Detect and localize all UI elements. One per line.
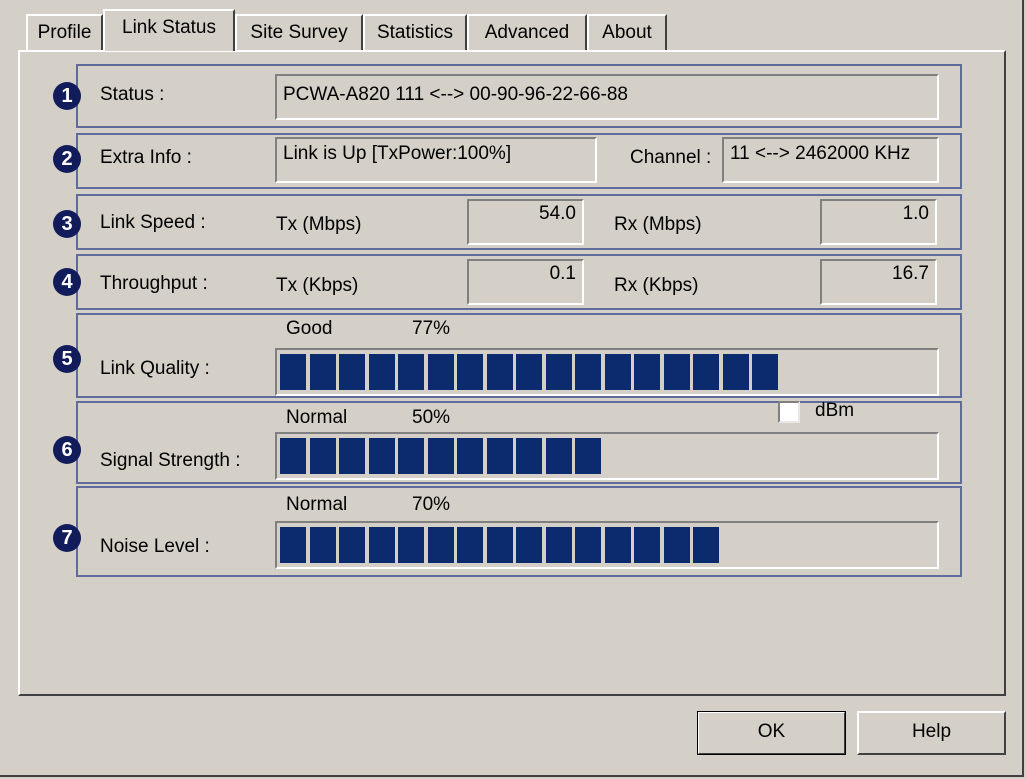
link-speed-label: Link Speed : [100, 212, 206, 233]
level-bar-segment [457, 438, 483, 474]
status-label: Status : [100, 84, 165, 105]
number-2-badge: 2 [53, 145, 81, 173]
throughput-rx-field: 16.7 [820, 259, 937, 305]
link-quality-status: Good [286, 318, 333, 339]
level-bar-segment [427, 438, 454, 474]
level-bar-segment [368, 354, 395, 390]
noise-level-label: Noise Level : [100, 536, 210, 557]
noise-level-status: Normal [286, 494, 348, 515]
help-button[interactable]: Help [857, 711, 1006, 755]
level-bar-segment [693, 354, 719, 390]
link-status-content: 1 Status : PCWA-A820 111 <--> 00-90-96-2… [0, 0, 1026, 779]
level-bar-segment [457, 354, 483, 390]
level-bar-segment [309, 527, 336, 563]
level-bar-segment [575, 354, 601, 390]
signal-strength-percent: 50% [412, 407, 451, 428]
extra-info-field: Link is Up [TxPower:100%] [275, 137, 597, 183]
level-bar-segment [427, 527, 454, 563]
extra-info-label: Extra Info : [100, 147, 192, 168]
level-bar-segment [309, 438, 336, 474]
throughput-tx-field: 0.1 [467, 259, 584, 305]
level-bar-segment [663, 527, 690, 563]
signal-strength-label: Signal Strength : [100, 450, 241, 471]
throughput-tx-label: Tx (Kbps) [276, 275, 359, 296]
link-quality-percent: 77% [412, 318, 451, 339]
level-bar-segment [634, 354, 660, 390]
level-bar-segment [575, 438, 601, 474]
level-bar-segment [634, 527, 660, 563]
dbm-checkbox[interactable] [778, 401, 800, 423]
level-bar-segment [427, 354, 454, 390]
level-bar-segment [398, 354, 424, 390]
level-bar-segment [604, 354, 631, 390]
level-bar-segment [398, 527, 424, 563]
level-bar-segment [368, 438, 395, 474]
level-bar-segment [604, 527, 631, 563]
ok-button[interactable]: OK [697, 711, 846, 755]
dbm-label: dBm [815, 400, 855, 421]
level-bar-segment [486, 354, 513, 390]
level-bar-segment [280, 354, 306, 390]
level-bar-segment [368, 527, 395, 563]
link-quality-bar [275, 348, 939, 396]
number-7-badge: 7 [53, 524, 81, 552]
level-bar-segment [486, 438, 513, 474]
level-bar-segment [486, 527, 513, 563]
level-bar-segment [722, 354, 749, 390]
number-1-badge: 1 [53, 82, 81, 110]
level-bar-segment [516, 527, 542, 563]
number-5-badge: 5 [53, 345, 81, 373]
level-bar-segment [457, 527, 483, 563]
signal-strength-status: Normal [286, 407, 348, 428]
channel-label: Channel : [630, 147, 712, 168]
level-bar-segment [398, 438, 424, 474]
level-bar-segment [752, 354, 778, 390]
level-bar-segment [693, 527, 719, 563]
link-speed-tx-label: Tx (Mbps) [276, 214, 362, 235]
link-quality-label: Link Quality : [100, 358, 210, 379]
level-bar-segment [575, 527, 601, 563]
level-bar-segment [545, 527, 572, 563]
channel-field: 11 <--> 2462000 KHz [722, 137, 939, 183]
number-4-badge: 4 [53, 268, 81, 296]
signal-strength-bar [275, 432, 939, 480]
level-bar-segment [663, 354, 690, 390]
level-bar-segment [339, 438, 365, 474]
level-bar-segment [339, 527, 365, 563]
level-bar-segment [280, 527, 306, 563]
throughput-label: Throughput : [100, 273, 208, 294]
link-speed-rx-label: Rx (Mbps) [614, 214, 702, 235]
number-3-badge: 3 [53, 210, 81, 238]
level-bar-segment [545, 354, 572, 390]
noise-level-bar [275, 521, 939, 569]
throughput-rx-label: Rx (Kbps) [614, 275, 699, 296]
number-6-badge: 6 [53, 436, 81, 464]
level-bar-segment [339, 354, 365, 390]
level-bar-segment [516, 354, 542, 390]
level-bar-segment [516, 438, 542, 474]
level-bar-segment [545, 438, 572, 474]
status-field: PCWA-A820 111 <--> 00-90-96-22-66-88 [275, 74, 939, 120]
level-bar-segment [309, 354, 336, 390]
link-speed-rx-field: 1.0 [820, 199, 937, 245]
noise-level-percent: 70% [412, 494, 451, 515]
level-bar-segment [280, 438, 306, 474]
link-speed-tx-field: 54.0 [467, 199, 584, 245]
